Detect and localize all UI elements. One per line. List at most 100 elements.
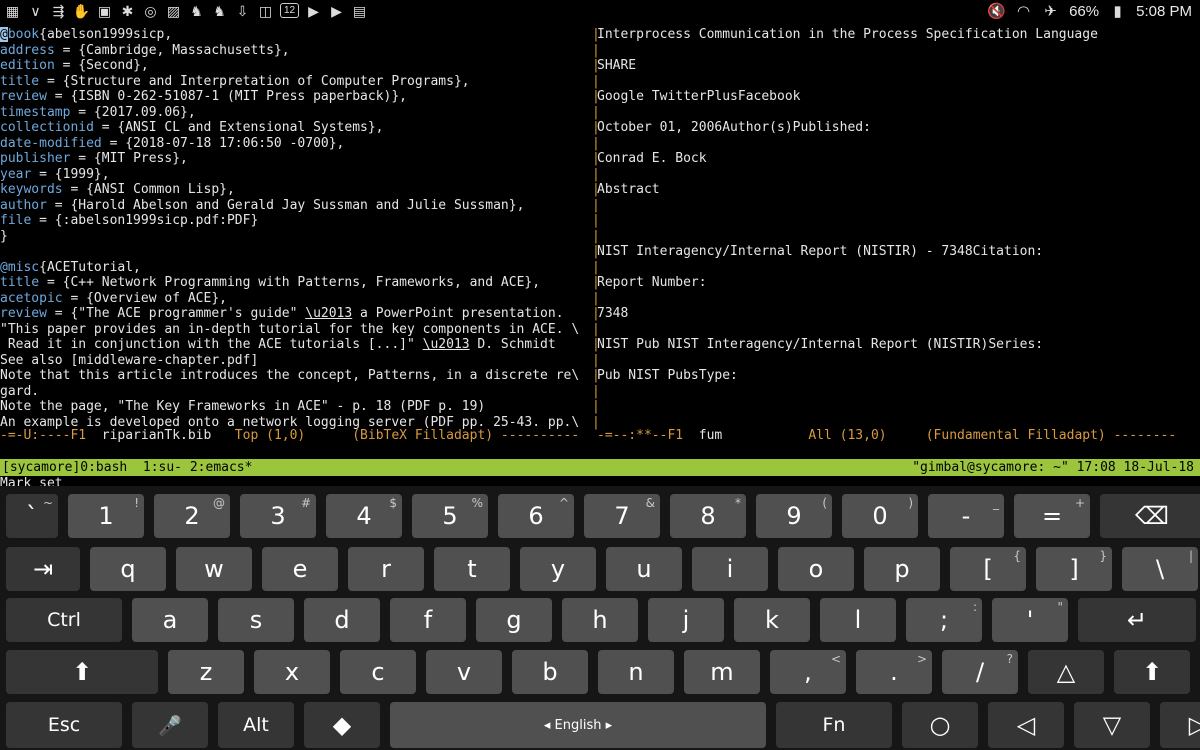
key-j[interactable]: j bbox=[648, 598, 724, 642]
key-3[interactable]: 3 # bbox=[240, 494, 316, 538]
key-0[interactable]: 0) bbox=[842, 494, 918, 538]
tab-key[interactable]: ⇥ bbox=[6, 547, 80, 591]
key-61[interactable]: = + bbox=[1014, 494, 1090, 538]
key-label: i bbox=[726, 555, 734, 583]
esc-key[interactable]: Esc bbox=[6, 702, 122, 748]
divider-bar: | bbox=[592, 213, 600, 228]
shift-key[interactable]: ⬆ bbox=[6, 650, 158, 694]
key-y[interactable]: y bbox=[520, 547, 596, 591]
key-47[interactable]: /? bbox=[942, 650, 1018, 694]
enter-key[interactable]: ↵ bbox=[1078, 598, 1196, 642]
key-7[interactable]: 7 & bbox=[584, 494, 660, 538]
key-label: , bbox=[804, 658, 812, 686]
up-arrow-key[interactable]: △ bbox=[1028, 650, 1104, 694]
key-n[interactable]: n bbox=[598, 650, 674, 694]
key-9[interactable]: 9( bbox=[756, 494, 832, 538]
key-e[interactable]: e bbox=[262, 547, 338, 591]
key-x[interactable]: x bbox=[254, 650, 330, 694]
key-44[interactable]: , < bbox=[770, 650, 846, 694]
key-93[interactable]: ]} bbox=[1036, 547, 1112, 591]
chevron-down-icon: ∨ bbox=[30, 3, 41, 19]
status-bar: ▦ ∨ ⇶ ✋ ▣ ✱ ◎ ▨ ♞ ♞ ⇩ ◫ 12 ▶ ▶ ▤ 🔇 ◠ ✈ 66% ▮ 5:08 PM bbox=[0, 0, 1200, 26]
key-96[interactable]: ` ~ bbox=[6, 494, 58, 538]
key-45[interactable]: - _ bbox=[928, 494, 1004, 538]
key-91[interactable]: [{ bbox=[950, 547, 1026, 591]
divider-bar: | bbox=[592, 321, 600, 337]
left-arrow-key[interactable]: ◁ bbox=[988, 702, 1064, 748]
key-t[interactable]: t bbox=[434, 547, 510, 591]
right-pane-line: 7348 bbox=[597, 306, 629, 321]
key-shift-label: # bbox=[300, 496, 311, 510]
key-6[interactable]: 6 ^ bbox=[498, 494, 574, 538]
key-p[interactable]: p bbox=[864, 547, 940, 591]
key-k[interactable]: k bbox=[734, 598, 810, 642]
key-l[interactable]: l bbox=[820, 598, 896, 642]
key-1[interactable]: 1! bbox=[68, 494, 144, 538]
modeline-left-mode: (BibTeX Filladapt) ---------- bbox=[352, 428, 580, 443]
key-i[interactable]: i bbox=[692, 547, 768, 591]
key-label: ⬆ bbox=[1141, 658, 1163, 686]
key-r[interactable]: r bbox=[348, 547, 424, 591]
key-label: 2 bbox=[184, 502, 200, 530]
key-shift-label: * bbox=[735, 496, 741, 510]
tmux-status-line: [sycamore]0:bash 1:su- 2:emacs* "gimbal@… bbox=[0, 459, 1200, 476]
mute-icon: 🔇 bbox=[987, 3, 1006, 20]
key-o[interactable]: o bbox=[778, 547, 854, 591]
key-q[interactable]: q bbox=[90, 547, 166, 591]
microphone-key[interactable]: 🎤 bbox=[132, 702, 208, 748]
key-w[interactable]: w bbox=[176, 547, 252, 591]
key-v[interactable]: v bbox=[426, 650, 502, 694]
key-shift-label: ? bbox=[1006, 652, 1013, 666]
home-key[interactable]: ○ bbox=[902, 702, 978, 748]
settings-key[interactable]: ◆ bbox=[304, 702, 380, 748]
key-label: z bbox=[199, 658, 213, 686]
fn-key[interactable]: Fn bbox=[776, 702, 892, 748]
notification-icons: ▦ ∨ ⇶ ✋ ▣ ✱ ◎ ▨ ♞ ♞ ⇩ ◫ 12 ▶ ▶ ▤ bbox=[4, 3, 368, 20]
shift-key[interactable]: ⬆ bbox=[1114, 650, 1190, 694]
key-label: ◆ bbox=[332, 711, 352, 739]
key-59[interactable]: ;: bbox=[906, 598, 982, 642]
key-h[interactable]: h bbox=[562, 598, 638, 642]
key-m[interactable]: m bbox=[684, 650, 760, 694]
text-segment: = {C++ Network Programming with Patterns… bbox=[39, 275, 541, 290]
key-label: c bbox=[371, 658, 385, 686]
backspace-key[interactable]: ⌫ bbox=[1100, 494, 1200, 538]
key-c[interactable]: c bbox=[340, 650, 416, 694]
key-g[interactable]: g bbox=[476, 598, 552, 642]
key-label: Alt bbox=[243, 714, 269, 736]
key-label: m bbox=[710, 658, 734, 686]
text-segment: } bbox=[0, 228, 8, 244]
calendar-icon: 12 bbox=[280, 3, 299, 18]
divider-bar: | bbox=[592, 104, 600, 120]
key-f[interactable]: f bbox=[390, 598, 466, 642]
key-4[interactable]: 4 $ bbox=[326, 494, 402, 538]
tmux-windows[interactable]: [sycamore]0:bash 1:su- 2:emacs* bbox=[2, 459, 252, 476]
key-b[interactable]: b bbox=[512, 650, 588, 694]
down-arrow-key[interactable]: ▽ bbox=[1074, 702, 1150, 748]
text-segment: D. Schmidt bbox=[469, 337, 556, 352]
key-39[interactable]: ' " bbox=[992, 598, 1068, 642]
key-2[interactable]: 2 @ bbox=[154, 494, 230, 538]
key-shift-label: | bbox=[1188, 549, 1193, 563]
key-8[interactable]: 8 * bbox=[670, 494, 746, 538]
key-label: p bbox=[894, 555, 910, 583]
text-segment: Note the page, "The Key Frameworks in AC… bbox=[0, 399, 486, 414]
key-s[interactable]: s bbox=[218, 598, 294, 642]
key-92[interactable]: \ | bbox=[1122, 547, 1198, 591]
key-label: a bbox=[162, 606, 178, 634]
key-d[interactable]: d bbox=[304, 598, 380, 642]
terminal-window[interactable]: @book{abelson1999sicp, address = {Cambrid… bbox=[0, 26, 1200, 484]
space-key[interactable]: ◂ English ▸ bbox=[390, 702, 766, 748]
key-5[interactable]: 5% bbox=[412, 494, 488, 538]
left-pane-line: Note that this article introduces the co… bbox=[0, 368, 579, 384]
key-label: ↵ bbox=[1126, 606, 1148, 634]
left-pane-line: year = {1999}, bbox=[0, 167, 110, 183]
right-arrow-key[interactable]: ▷ bbox=[1160, 702, 1200, 748]
key-z[interactable]: z bbox=[168, 650, 244, 694]
airplane-icon: ✈ bbox=[1044, 3, 1057, 20]
key-a[interactable]: a bbox=[132, 598, 208, 642]
alt-key[interactable]: Alt bbox=[218, 702, 294, 748]
ctrl-key[interactable]: Ctrl bbox=[6, 598, 122, 642]
key-u[interactable]: u bbox=[606, 547, 682, 591]
key-46[interactable]: . > bbox=[856, 650, 932, 694]
